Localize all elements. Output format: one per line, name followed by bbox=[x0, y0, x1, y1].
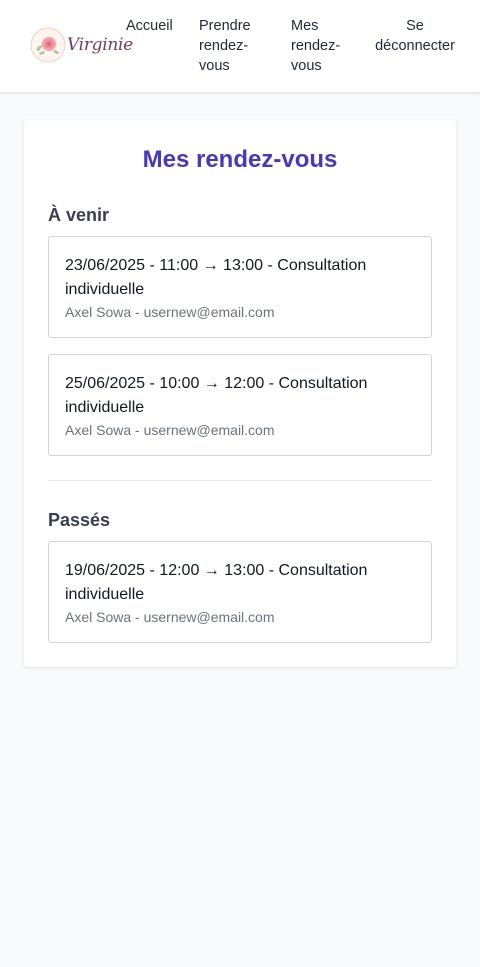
brand-logo[interactable]: Virginie bbox=[30, 27, 133, 63]
appointment-summary: 25/06/2025 - 10:00 → 12:00 - Consultatio… bbox=[65, 375, 368, 416]
section-title-upcoming: À venir bbox=[48, 205, 110, 225]
appointment-item[interactable]: 25/06/2025 - 10:00 → 12:00 - Consultatio… bbox=[48, 354, 432, 456]
section-divider bbox=[48, 480, 432, 481]
appointment-item[interactable]: 19/06/2025 - 12:00 → 13:00 - Consultatio… bbox=[48, 541, 432, 643]
appointment-item[interactable]: 23/06/2025 - 11:00 → 13:00 - Consultatio… bbox=[48, 236, 432, 338]
appointment-client: Axel Sowa - usernew@email.com bbox=[65, 609, 275, 625]
section-title-past: Passés bbox=[48, 510, 111, 530]
nav-accueil[interactable]: Accueil bbox=[126, 16, 186, 36]
nav-mes-rendez-vous[interactable]: Mes rendez-vous bbox=[291, 16, 357, 76]
page-title: Mes rendez-vous bbox=[142, 146, 338, 173]
top-navbar: Virginie Accueil Prendre rendez-vous Mes… bbox=[0, 0, 480, 92]
appointment-client: Axel Sowa - usernew@email.com bbox=[65, 422, 275, 438]
appointments-card: Mes rendez-vous À venir 23/06/2025 - 11:… bbox=[24, 120, 456, 667]
rose-logo-icon bbox=[30, 27, 66, 63]
brand-name: Virginie bbox=[67, 35, 133, 55]
nav-se-deconnecter[interactable]: Se déconnecter bbox=[370, 16, 460, 56]
appointment-summary: 23/06/2025 - 11:00 → 13:00 - Consultatio… bbox=[65, 257, 367, 298]
appointment-summary: 19/06/2025 - 12:00 → 13:00 - Consultatio… bbox=[65, 562, 368, 603]
appointment-client: Axel Sowa - usernew@email.com bbox=[65, 304, 275, 320]
nav-prendre-rendez-vous[interactable]: Prendre rendez-vous bbox=[199, 16, 269, 76]
